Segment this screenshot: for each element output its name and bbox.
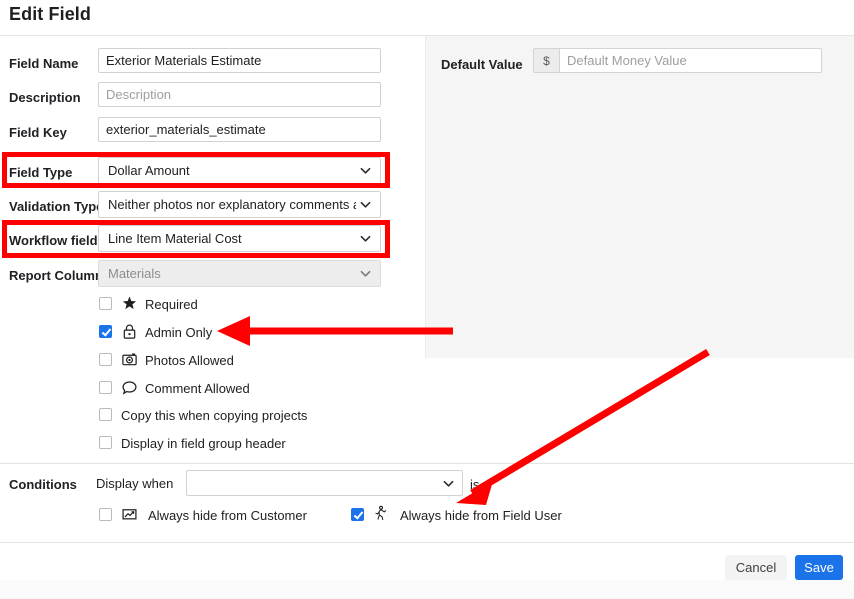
report-column-label: Report Column	[9, 268, 103, 283]
option-row-hide-from-customer: Always hide from Customer Always hide fr…	[0, 505, 562, 535]
chevron-down-icon	[360, 201, 371, 208]
admin-only-checkbox[interactable]	[99, 325, 112, 338]
form-row-description: Description	[0, 82, 425, 116]
field-name-input[interactable]	[99, 49, 380, 72]
option-row-photos-allowed: Photos Allowed	[0, 352, 425, 380]
star-icon	[122, 296, 137, 310]
display-when-label: Display when	[96, 476, 174, 491]
display-when-select[interactable]	[186, 470, 463, 496]
admin-only-label: Admin Only	[145, 325, 213, 340]
form-row-report-column: Report Column Materials	[0, 260, 425, 294]
option-row-field-group-header: Display in field group header	[0, 435, 425, 463]
field-key-input[interactable]	[99, 118, 380, 141]
workflow-field-select[interactable]: Line Item Material Cost	[98, 225, 381, 252]
camera-icon	[122, 353, 137, 366]
field-group-header-label: Display in field group header	[121, 436, 286, 451]
required-checkbox[interactable]	[99, 297, 112, 310]
description-input[interactable]	[99, 83, 380, 106]
form-row-workflow-field: Workflow field Line Item Material Cost	[0, 225, 425, 259]
comment-allowed-checkbox[interactable]	[99, 381, 112, 394]
validation-type-select[interactable]: Neither photos nor explanatory comments …	[98, 191, 381, 218]
chevron-down-icon	[360, 270, 371, 277]
form-row-field-key: Field Key	[0, 117, 425, 151]
default-value-label: Default Value	[441, 57, 523, 72]
footer-strip	[0, 580, 854, 599]
option-row-copy-projects: Copy this when copying projects	[0, 407, 425, 435]
conditions-section-label: Conditions	[9, 477, 77, 492]
chevron-down-icon	[360, 235, 371, 242]
chevron-down-icon	[360, 167, 371, 174]
annotation-arrow-hide-field-user	[456, 348, 710, 505]
condition-is-label: is	[470, 477, 480, 492]
default-value-panel: Default Value $	[425, 36, 854, 358]
cancel-button[interactable]: Cancel	[725, 555, 787, 580]
form-row-field-name: Field Name	[0, 48, 425, 82]
description-input-wrap[interactable]	[98, 82, 381, 107]
hide-from-customer-checkbox[interactable]	[99, 508, 112, 521]
report-column-select[interactable]: Materials	[98, 260, 381, 287]
page-title: Edit Field	[9, 4, 91, 24]
validation-type-value: Neither photos nor explanatory comments …	[108, 197, 356, 212]
field-group-header-checkbox[interactable]	[99, 436, 112, 449]
field-key-label: Field Key	[9, 125, 67, 140]
field-key-input-wrap[interactable]	[98, 117, 381, 142]
field-type-label: Field Type	[9, 165, 73, 180]
validation-type-label: Validation Type	[9, 199, 104, 214]
comment-allowed-label: Comment Allowed	[145, 381, 250, 396]
field-type-value: Dollar Amount	[108, 163, 190, 178]
field-name-input-wrap[interactable]	[98, 48, 381, 73]
hide-from-field-user-checkbox[interactable]	[351, 508, 364, 521]
form-row-validation-type: Validation Type Neither photos nor expla…	[0, 191, 425, 225]
dialog-header: Edit Field	[0, 0, 854, 36]
comment-icon	[122, 381, 137, 395]
required-label: Required	[145, 297, 198, 312]
lock-icon	[123, 324, 136, 339]
description-label: Description	[9, 90, 81, 105]
workflow-field-label: Workflow field	[9, 233, 98, 248]
currency-symbol-icon: $	[534, 49, 560, 72]
photos-allowed-label: Photos Allowed	[145, 353, 234, 368]
field-type-select[interactable]: Dollar Amount	[98, 157, 381, 184]
save-button[interactable]: Save	[795, 555, 843, 580]
chevron-down-icon	[443, 480, 454, 487]
conditions-divider	[0, 463, 854, 464]
default-money-input[interactable]	[560, 49, 821, 72]
copy-projects-label: Copy this when copying projects	[121, 408, 308, 423]
copy-projects-checkbox[interactable]	[99, 408, 112, 421]
hide-from-field-user-label: Always hide from Field User	[400, 508, 562, 523]
report-column-value: Materials	[108, 266, 161, 281]
presentation-chart-icon	[122, 509, 137, 520]
option-row-comment-allowed: Comment Allowed	[0, 380, 425, 408]
footer-divider	[0, 542, 854, 543]
photos-allowed-checkbox[interactable]	[99, 353, 112, 366]
option-row-required: Required	[0, 296, 425, 324]
field-worker-icon	[375, 505, 387, 521]
workflow-field-value: Line Item Material Cost	[108, 231, 242, 246]
default-value-money-group[interactable]: $	[533, 48, 822, 73]
field-name-label: Field Name	[9, 56, 79, 71]
hide-from-customer-label: Always hide from Customer	[148, 508, 307, 523]
option-row-admin-only: Admin Only	[0, 324, 425, 352]
form-row-field-type: Field Type Dollar Amount	[0, 157, 425, 191]
